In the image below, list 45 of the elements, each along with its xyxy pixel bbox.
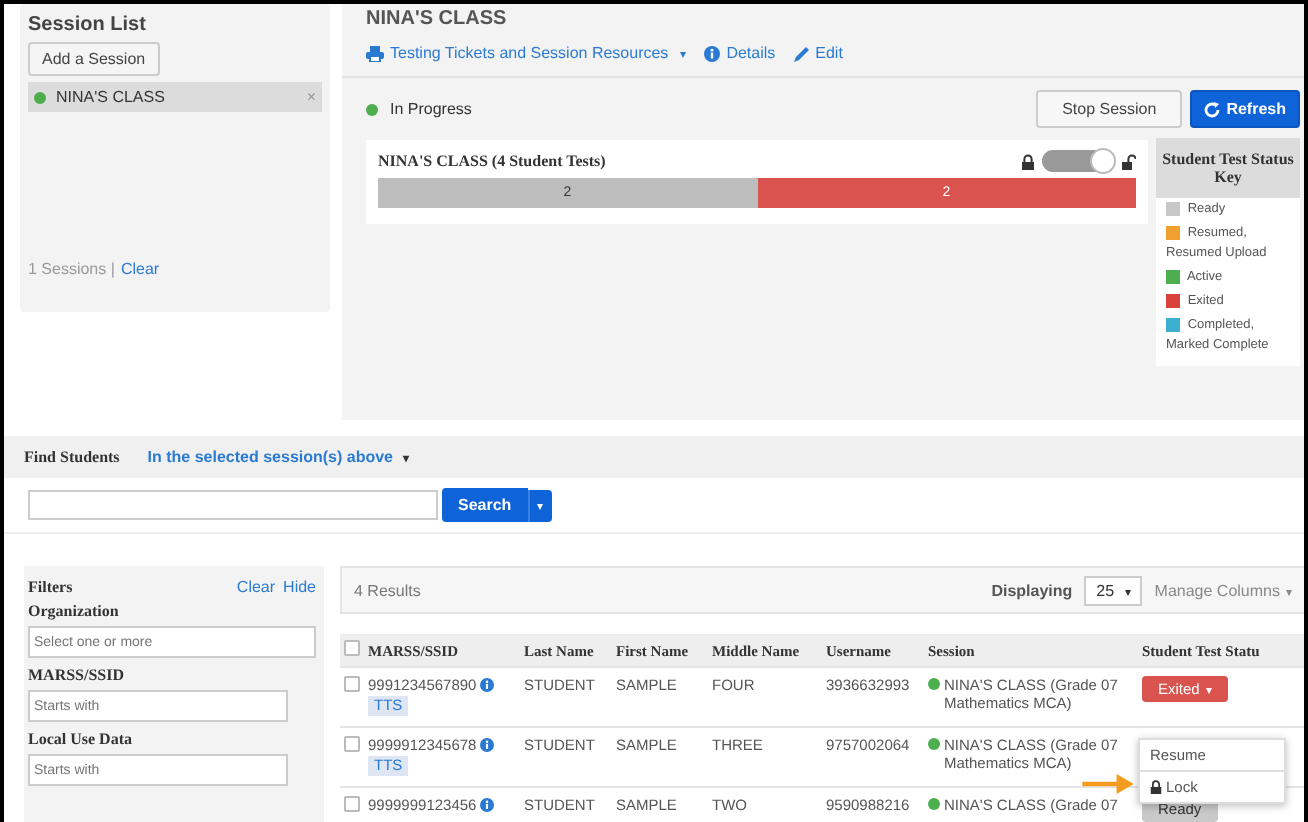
info-icon[interactable] (480, 678, 495, 692)
clear-filters-link[interactable]: Clear (236, 578, 276, 596)
card-title: NINA'S CLASS (4 Student Tests) (378, 152, 606, 170)
row-checkbox[interactable] (344, 796, 360, 812)
pointer-arrow (1080, 774, 1136, 794)
refresh-icon (1204, 101, 1221, 117)
info-icon[interactable] (480, 798, 495, 812)
resource-link[interactable]: Edit (793, 44, 843, 62)
filter-label: MARSS/SSID (28, 666, 127, 684)
session-name: NINA'S CLASS (56, 88, 165, 106)
filter-label: Organization (28, 602, 121, 620)
status-dot (928, 798, 940, 810)
session-title: NINA'S CLASS (364, 6, 509, 30)
filter-label: Local Use Data (28, 730, 134, 748)
find-students-label: Find Students (24, 448, 120, 466)
lock-icon (1150, 780, 1162, 794)
refresh-button[interactable]: Refresh (1190, 90, 1300, 128)
session-list-title: Session List (28, 14, 148, 36)
status-dot (928, 678, 940, 690)
session-count: 1 Sessions | (28, 260, 115, 278)
session-item[interactable]: NINA'S CLASS × (28, 82, 322, 112)
search-button[interactable]: Search (442, 488, 528, 522)
displaying-label: Displaying (991, 581, 1073, 599)
row-checkbox[interactable] (344, 736, 360, 752)
status-key-title: Student Test Status Key (1156, 138, 1300, 198)
clear-link[interactable]: Clear (120, 260, 160, 278)
info-icon (704, 45, 721, 61)
search-field[interactable] (28, 490, 438, 520)
lock-icon (1022, 153, 1034, 169)
session-status: In Progress (390, 100, 472, 118)
pencil-icon (793, 45, 810, 61)
results-count: 4 Results (354, 581, 421, 599)
printer-icon (366, 45, 384, 61)
info-icon[interactable] (480, 738, 495, 752)
select-all-checkbox[interactable] (344, 640, 360, 656)
stop-session-button[interactable]: Stop Session (1036, 90, 1183, 128)
lock-toggle[interactable] (1042, 150, 1114, 172)
filters-title: Filters (28, 578, 73, 596)
hide-filters-link[interactable]: Hide (283, 578, 316, 596)
status-dot (928, 738, 940, 750)
add-session-button[interactable]: Add a Session (28, 42, 160, 76)
status-dot (366, 103, 378, 115)
resource-link[interactable]: Details (704, 44, 776, 62)
row-checkbox[interactable] (344, 676, 360, 692)
unlock-icon (1122, 153, 1136, 169)
